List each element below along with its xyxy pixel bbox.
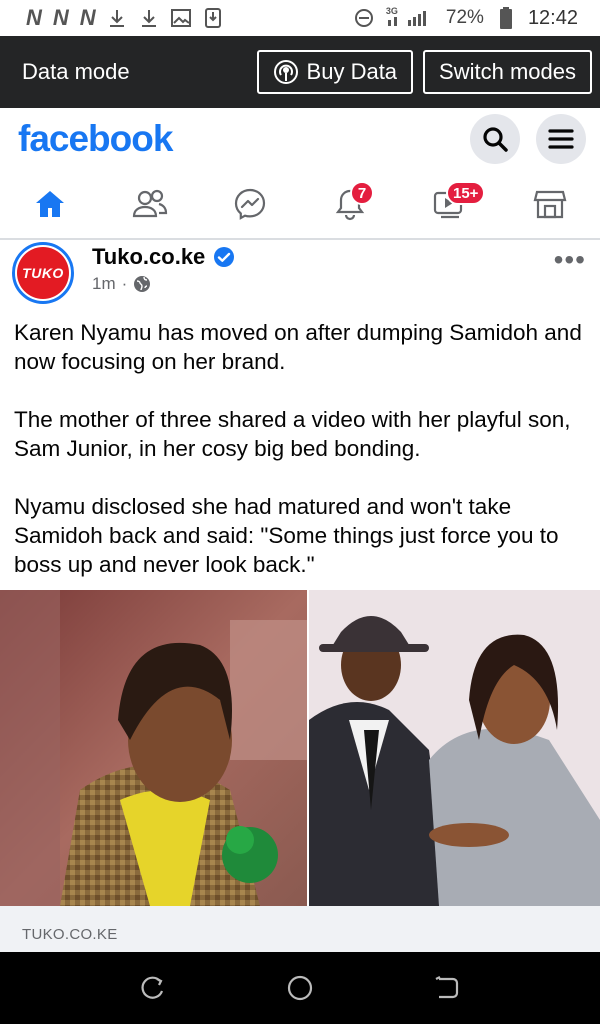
avatar-logo-text: TUKO [22,265,64,281]
post-paragraph: Karen Nyamu has moved on after dumping S… [14,320,582,374]
menu-button[interactable] [536,114,586,164]
switch-modes-button[interactable]: Switch modes [423,50,592,94]
home-button[interactable] [280,968,320,1008]
messenger-icon [233,187,267,221]
data-mode-title: Data mode [22,59,130,84]
dnd-icon [354,8,374,28]
buy-data-label: Buy Data [306,59,398,84]
post-time[interactable]: 1m [92,274,116,294]
recents-icon [140,975,166,1001]
post-text: Karen Nyamu has moved on after dumping S… [14,318,586,608]
download-file-icon [203,8,223,28]
photo-couple[interactable] [309,590,600,906]
back-button[interactable] [427,968,467,1008]
signal-icon: 3G [385,6,434,28]
separator-dot: · [121,274,128,293]
clock: 12:42 [527,6,578,29]
post-images[interactable] [0,590,600,906]
carrier-mark: N [79,5,96,30]
tab-home[interactable] [20,179,80,229]
download-icon [139,8,159,28]
tab-friends[interactable] [120,179,180,229]
post-meta: Tuko.co.ke 1m · [92,242,554,294]
friends-icon [132,189,168,219]
battery-percent: 72% [445,7,484,28]
link-domain: TUKO.CO.KE [22,926,118,943]
more-options-icon[interactable]: ••• [554,246,586,274]
switch-modes-label: Switch modes [439,59,576,84]
download-icon [107,8,127,28]
globe-icon [133,275,151,293]
page-name[interactable]: Tuko.co.ke [92,244,205,270]
tab-watch[interactable]: 15+ [420,179,486,229]
hamburger-icon [547,127,575,151]
tuko-logo: TUKO [17,247,69,299]
image-icon [170,8,191,28]
facebook-logo[interactable]: facebook [18,118,454,160]
tab-marketplace[interactable] [520,179,580,229]
system-nav-bar [0,952,600,1024]
network-type: 3G [385,6,398,16]
home-circle-icon [286,974,314,1002]
tab-bar: 7 15+ [0,170,600,240]
verified-icon [213,246,235,268]
carrier-mark: N [52,5,69,30]
marketplace-icon [533,188,567,220]
search-icon [481,125,509,153]
page-avatar[interactable]: TUKO [12,242,74,304]
app-header: facebook [0,108,600,170]
broadcast-icon [273,59,299,85]
tab-notifications[interactable]: 7 [320,179,380,229]
back-icon [433,975,461,1001]
status-bar: N N N 3G 72% 12:42 [0,0,600,36]
post-header: TUKO Tuko.co.ke 1m · ••• [0,240,600,308]
photo-woman-portrait[interactable] [0,590,307,906]
post-paragraph: The mother of three shared a video with … [14,407,571,461]
link-preview-domain[interactable]: TUKO.CO.KE [0,906,600,952]
post-paragraph: Nyamu disclosed she had matured and won'… [14,494,559,577]
battery-icon [496,7,516,29]
video-badge: 15+ [446,181,486,205]
recents-button[interactable] [133,968,173,1008]
search-button[interactable] [470,114,520,164]
carrier-mark: N [26,5,42,30]
data-mode-bar: Data mode Buy Data Switch modes [0,36,600,108]
home-icon [33,188,67,220]
tab-messenger[interactable] [220,179,280,229]
buy-data-button[interactable]: Buy Data [256,50,414,94]
notifications-badge: 7 [350,181,374,205]
